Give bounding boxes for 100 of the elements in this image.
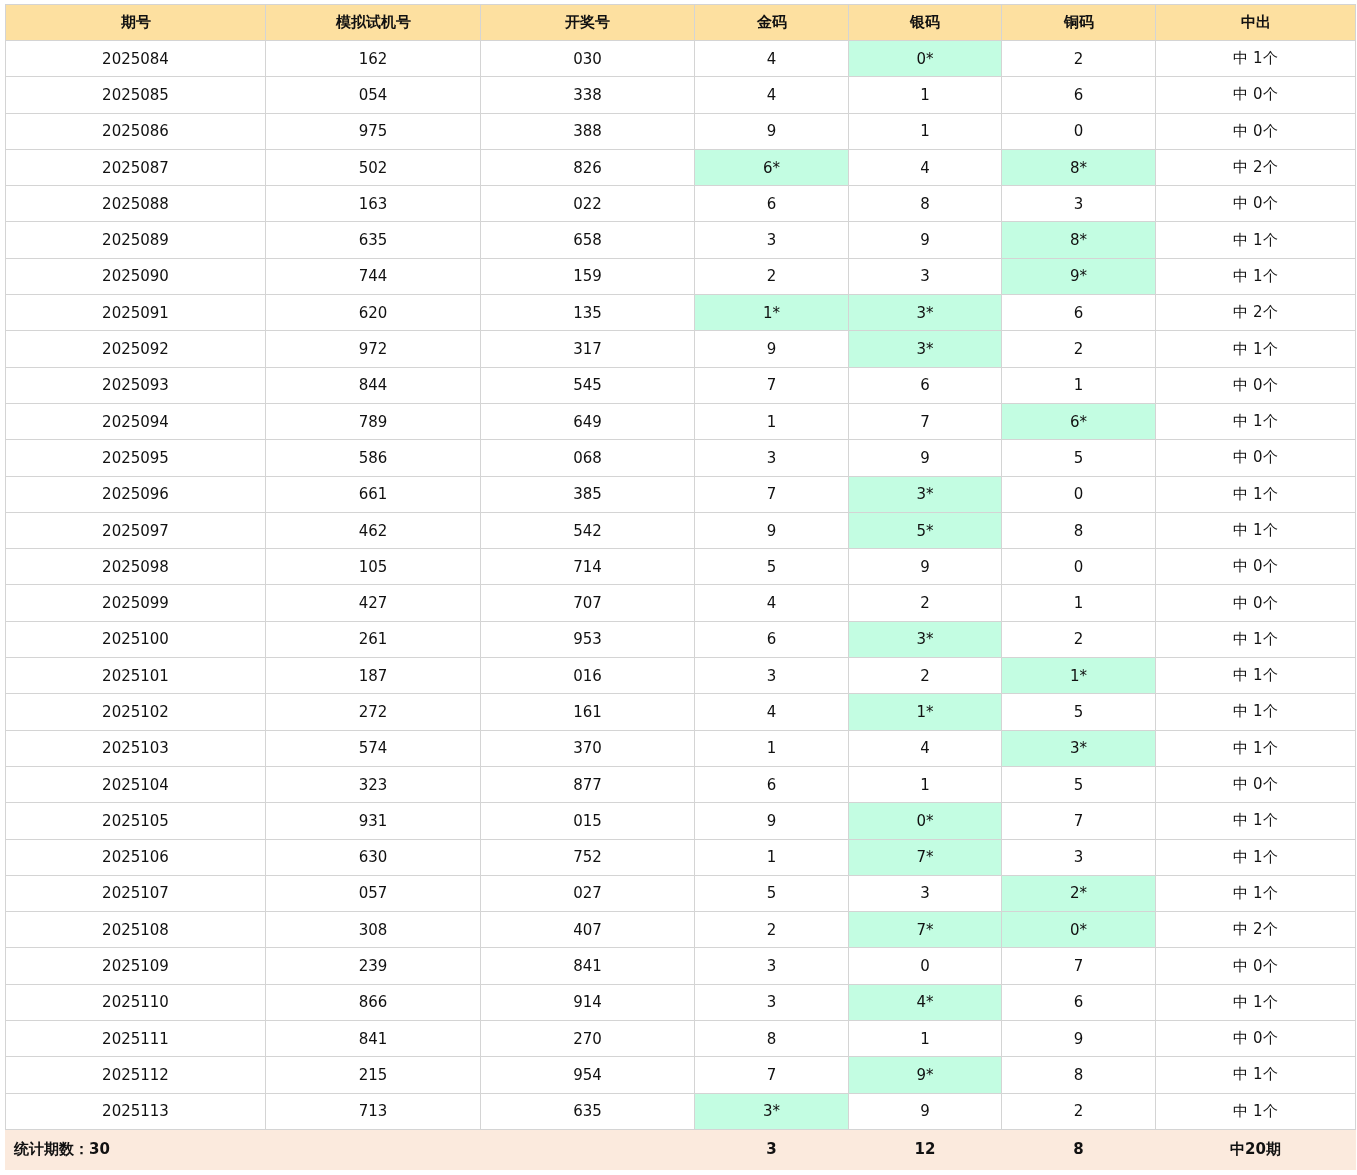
table-cell: 1 [1001,367,1156,404]
table-cell: 385 [480,476,695,513]
table-cell: 215 [265,1056,481,1094]
table-cell: 6 [694,766,849,803]
table-cell: 2025090 [5,258,266,295]
table-cell: 877 [480,766,695,803]
table-cell: 2025108 [5,911,266,948]
table-cell: 2025113 [5,1093,266,1130]
table-cell: 7* [848,911,1002,948]
table-cell: 707 [480,584,695,622]
table-cell: 3* [694,1093,849,1130]
table-cell: 105 [265,548,481,585]
table-cell: 022 [480,185,695,222]
column-header: 银码 [848,4,1002,41]
table-cell: 8* [1001,149,1156,186]
column-header: 期号 [5,4,266,41]
table-cell: 9 [848,1093,1002,1130]
table-cell: 015 [480,802,695,840]
table-cell: 2025088 [5,185,266,222]
table-cell: 3 [848,875,1002,912]
table-cell: 2025086 [5,113,266,150]
table-cell: 中 0个 [1155,548,1356,585]
table-cell: 161 [480,693,695,731]
table-cell: 中 1个 [1155,693,1356,731]
table-cell: 6* [1001,403,1156,440]
table-cell: 中 1个 [1155,512,1356,549]
table-cell: 8* [1001,222,1156,259]
table-cell: 7 [694,476,849,513]
table-cell: 2025085 [5,76,266,114]
column-header: 金码 [694,4,849,41]
table-cell: 826 [480,149,695,186]
table-cell: 6* [694,149,849,186]
table-cell: 2 [694,258,849,295]
table-cell: 502 [265,149,481,186]
table-cell: 中 1个 [1155,984,1356,1021]
table-cell: 744 [265,258,481,295]
column-header: 模拟试机号 [265,4,481,41]
table-cell: 6 [694,621,849,658]
table-cell: 545 [480,367,695,404]
table-cell: 0* [848,40,1002,77]
table-cell: 5 [1001,766,1156,803]
table-cell: 542 [480,512,695,549]
table-cell: 9 [848,548,1002,585]
table-cell: 2025091 [5,294,266,331]
table-cell: 2 [1001,621,1156,658]
table-cell: 中 0个 [1155,367,1356,404]
table-cell: 9 [694,512,849,549]
table-cell: 057 [265,875,481,912]
table-cell: 370 [480,730,695,767]
table-cell: 2025098 [5,548,266,585]
table-cell: 0 [1001,113,1156,150]
table-cell: 5 [1001,693,1156,731]
table-cell: 162 [265,40,481,77]
table-cell: 9* [848,1056,1002,1094]
table-cell: 6 [848,367,1002,404]
table-cell: 9 [694,802,849,840]
table-cell: 1 [848,113,1002,150]
table-cell: 中 1个 [1155,802,1356,840]
table-cell: 2025104 [5,766,266,803]
table-cell: 4 [694,76,849,114]
table-cell: 7* [848,839,1002,876]
table-cell: 2025093 [5,367,266,404]
table-cell: 1 [694,839,849,876]
table-cell: 中 1个 [1155,1056,1356,1094]
table-cell: 159 [480,258,695,295]
table-cell: 中 0个 [1155,439,1356,477]
table-cell: 2025111 [5,1020,266,1057]
table-cell: 0* [848,802,1002,840]
table-cell: 844 [265,367,481,404]
table-cell: 866 [265,984,481,1021]
table-cell: 6 [1001,984,1156,1021]
table-cell: 中 1个 [1155,839,1356,876]
summary-total: 3 [694,1129,849,1170]
table-cell: 0 [1001,476,1156,513]
table-cell: 270 [480,1020,695,1057]
table-cell: 4 [848,730,1002,767]
table-cell: 中 0个 [1155,584,1356,622]
table-cell: 5* [848,512,1002,549]
table-cell: 016 [480,657,695,694]
table-cell: 中 1个 [1155,875,1356,912]
table-cell: 5 [1001,439,1156,477]
summary-result: 中20期 [1155,1129,1356,1170]
table-cell: 2 [1001,1093,1156,1130]
table-cell: 中 1个 [1155,476,1356,513]
table-cell: 2025095 [5,439,266,477]
table-cell: 7 [694,1056,849,1094]
table-cell: 2025112 [5,1056,266,1094]
table-cell: 649 [480,403,695,440]
table-cell: 2 [694,911,849,948]
table-cell: 中 1个 [1155,40,1356,77]
table-cell: 6 [1001,76,1156,114]
table-cell: 261 [265,621,481,658]
table-cell: 462 [265,512,481,549]
table-cell: 1 [1001,584,1156,622]
table-cell: 2025084 [5,40,266,77]
table-cell: 2025101 [5,657,266,694]
table-cell: 9 [848,439,1002,477]
table-cell: 中 0个 [1155,1020,1356,1057]
table-cell: 3* [848,476,1002,513]
table-cell: 2025105 [5,802,266,840]
